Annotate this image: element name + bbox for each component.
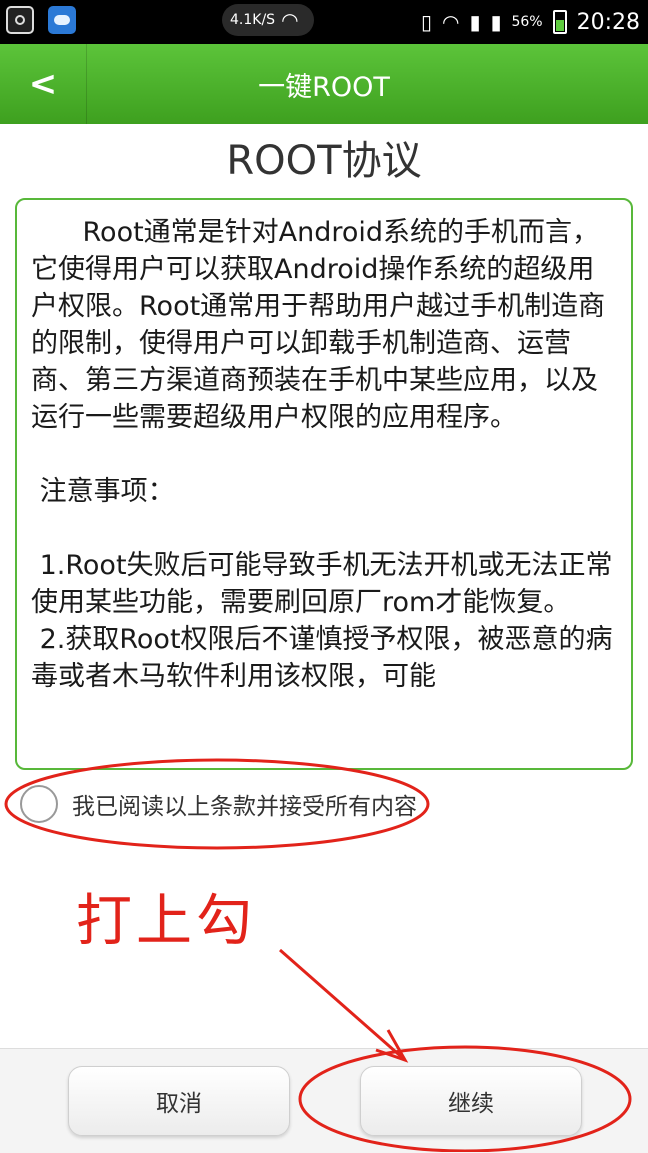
wifi-icon: ◠ [281, 8, 299, 32]
battery-icon [552, 10, 567, 34]
agreement-scroll-box[interactable]: Root通常是针对Android系统的手机而言，它使得用户可以获取Android… [15, 198, 633, 770]
cancel-button[interactable]: 取消 [68, 1066, 290, 1136]
accept-terms-label: 我已阅读以上条款并接受所有内容 [72, 794, 417, 820]
status-bar: 4.1K/S ◠ ▯ ◠ ▮ ▮ 56% 20:28 [0, 0, 648, 44]
wifi-signal-icon: ◠ [441, 10, 460, 34]
battery-percent: 56% [511, 14, 543, 30]
annotation-text: 打上勾 [76, 889, 256, 954]
accept-checkbox[interactable] [20, 785, 58, 823]
agreement-body: Root通常是针对Android系统的手机而言，它使得用户可以获取Android… [31, 217, 613, 692]
back-arrow-icon: < [28, 64, 58, 104]
screenshot-icon [6, 6, 34, 34]
title-bar: < 一键ROOT [0, 44, 648, 124]
cloud-icon [48, 6, 76, 34]
network-speed: 4.1K/S ◠ [222, 4, 314, 36]
page-title: 一键ROOT [258, 71, 390, 103]
phone-vibrate-icon: ▯ [420, 10, 432, 34]
annotation-arrow-line [279, 948, 406, 1062]
sim2-signal-icon: ▮ [490, 10, 502, 34]
continue-button[interactable]: 继续 [360, 1066, 582, 1136]
agreement-heading: ROOT协议 [226, 138, 422, 184]
back-button[interactable]: < [0, 44, 87, 124]
sim1-signal-icon: ▮ [469, 10, 481, 34]
network-speed-text: 4.1K/S [230, 12, 276, 28]
clock: 20:28 [576, 9, 640, 35]
accept-terms-row[interactable]: 我已阅读以上条款并接受所有内容 [20, 784, 417, 824]
